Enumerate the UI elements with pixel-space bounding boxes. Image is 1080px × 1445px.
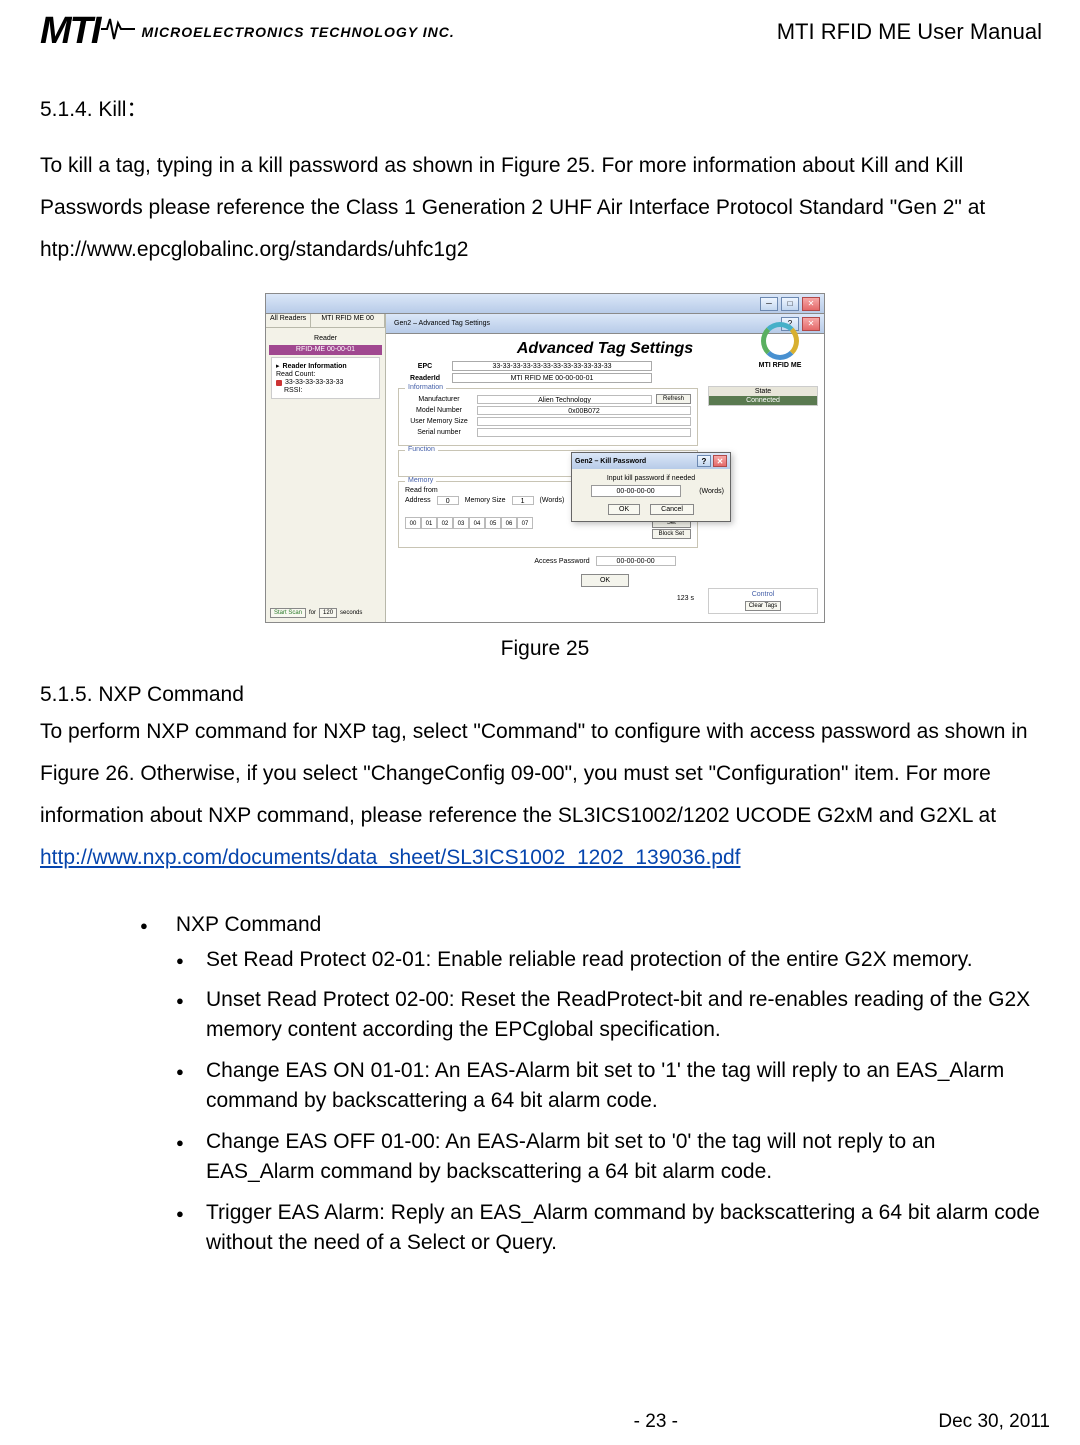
nxp-datasheet-link[interactable]: http://www.nxp.com/documents/data_sheet/… (40, 846, 741, 869)
pulse-icon (101, 15, 135, 43)
readfrom-label: Read from (405, 487, 438, 494)
scan-duration-input[interactable]: 120 (319, 608, 337, 618)
help-icon[interactable]: ? (697, 455, 711, 467)
list-item: Set Read Protect 02-01: Enable reliable … (206, 945, 1050, 975)
function-title: Function (405, 446, 438, 453)
list-item: Change EAS OFF 01-00: An EAS-Alarm bit s… (206, 1127, 1050, 1188)
read-count: Read Count: (276, 371, 375, 378)
rssi: RSSI: (276, 387, 375, 394)
reader-info-box: ▸ Reader Information Read Count: 33-33-3… (271, 357, 380, 399)
section-514-heading: 5.1.4. Kill： (40, 93, 1050, 123)
close-icon[interactable]: ✕ (713, 455, 727, 467)
minimize-icon[interactable]: ─ (760, 297, 778, 311)
model-value: 0x00B072 (477, 406, 691, 415)
brand-logo: MTI RFID ME (746, 322, 814, 369)
page-header: MTI MICROELECTRONICS TECHNOLOGY INC. MTI… (40, 10, 1050, 53)
figure-25: ─ □ ✕ All Readers MTI RFID ME 00 Reader … (40, 293, 1050, 661)
kill-password-dialog: Gen2 – Kill Password ? ✕ Input kill pass… (571, 452, 731, 522)
readerid-value: MTI RFID ME 00-00-00-01 (452, 373, 652, 383)
info-group: Information Manufacturer Alien Technolog… (398, 388, 698, 446)
model-label: Model Number (405, 407, 473, 414)
access-password-row: Access Password 00-00-00-00 (386, 556, 824, 566)
inner-title: Gen2 – Advanced Tag Settings (390, 320, 490, 327)
dialog-cancel-button[interactable]: Cancel (650, 504, 694, 515)
page-number: - 23 - (484, 1411, 827, 1433)
time-readout: 123 s (677, 595, 694, 602)
reader-label: Reader (269, 335, 382, 342)
section-515-body: To perform NXP command for NXP tag, sele… (40, 711, 1050, 879)
address-input[interactable]: 0 (437, 496, 459, 505)
outer-window-titlebar: ─ □ ✕ (266, 294, 824, 314)
reader-bar: RFID-ME 00-00-01 (269, 345, 382, 355)
usermem-label: User Memory Size (405, 418, 473, 425)
info-group-title: Information (405, 384, 446, 391)
mem-cell: 01 (421, 517, 437, 529)
list-item: Unset Read Protect 02-00: Reset the Read… (206, 985, 1050, 1046)
scan-controls: Start Scan for 120 seconds (270, 608, 381, 618)
screenshot-kill-dialog: ─ □ ✕ All Readers MTI RFID ME 00 Reader … (265, 293, 825, 623)
mem-cell: 06 (501, 517, 517, 529)
mem-cell: 00 (405, 517, 421, 529)
maximize-icon[interactable]: □ (781, 297, 799, 311)
company-name: MICROELECTRONICS TECHNOLOGY INC. (141, 24, 454, 40)
mem-cell: 02 (437, 517, 453, 529)
list-item: NXP Command Set Read Protect 02-01: Enab… (170, 909, 1050, 1258)
state-panel: State Connected (708, 386, 818, 406)
clear-tags-button[interactable]: Clear Tags (745, 601, 782, 611)
mem-cell: 04 (469, 517, 485, 529)
control-panel: Control Clear Tags (708, 588, 818, 614)
kill-pw-input[interactable]: 00-00-00-00 (591, 485, 681, 497)
serial-value (477, 428, 691, 437)
words-label: (Words) (540, 497, 565, 504)
memory-title: Memory (405, 477, 436, 484)
mem-cell: 07 (517, 517, 533, 529)
manufacturer-label: Manufacturer (405, 396, 473, 403)
section-514-body: To kill a tag, typing in a kill password… (40, 145, 1050, 271)
memsize-label: Memory Size (465, 497, 506, 504)
epc-item: 33-33-33-33-33-33 (276, 379, 375, 386)
epc-value: 33-33-33-33-33-33-33-33-33-33-33-33 (452, 361, 652, 371)
logo-text: MTI (40, 10, 135, 53)
dialog-ok-button[interactable]: OK (608, 504, 640, 515)
memsize-input[interactable]: 1 (512, 496, 534, 505)
state-header: State (709, 387, 817, 396)
dialog-titlebar: Gen2 – Kill Password ? ✕ (572, 453, 730, 469)
ok-button[interactable]: OK (581, 574, 629, 587)
dialog-hint: Input kill password if needed (578, 475, 724, 482)
page-footer: - 23 - Dec 30, 2011 (40, 1411, 1050, 1433)
reader-tabs: All Readers MTI RFID ME 00 (266, 314, 385, 328)
close-icon[interactable]: ✕ (802, 297, 820, 311)
epc-label: EPC (404, 363, 446, 370)
access-pw-label: Access Password (534, 558, 589, 565)
footer-date: Dec 30, 2011 (938, 1411, 1050, 1433)
manual-title: MTI RFID ME User Manual (777, 19, 1050, 45)
list-item: Trigger EAS Alarm: Reply an EAS_Alarm co… (206, 1198, 1050, 1259)
memory-cells: 00 01 02 03 04 05 06 07 (405, 517, 533, 529)
state-value: Connected (709, 396, 817, 405)
serial-label: Serial number (405, 429, 473, 436)
manufacturer-value: Alien Technology (477, 395, 652, 404)
figure-25-caption: Figure 25 (40, 637, 1050, 661)
refresh-button[interactable]: Refresh (656, 394, 691, 404)
section-515-heading: 5.1.5. NXP Command (40, 683, 1050, 707)
blockset-button[interactable]: Block Set (652, 529, 691, 539)
control-header: Control (711, 591, 815, 598)
reader-info-header: ▸ Reader Information (276, 362, 375, 370)
mem-cell: 05 (485, 517, 501, 529)
usermem-value (477, 417, 691, 426)
ring-icon (761, 322, 799, 360)
readerid-label: ReaderId (404, 375, 446, 382)
left-pane: All Readers MTI RFID ME 00 Reader RFID-M… (266, 314, 386, 622)
access-pw-input[interactable]: 00-00-00-00 (596, 556, 676, 566)
nxp-command-list: NXP Command Set Read Protect 02-01: Enab… (40, 909, 1050, 1258)
tab-all-readers[interactable]: All Readers (266, 314, 311, 327)
list-item: Change EAS ON 01-01: An EAS-Alarm bit se… (206, 1056, 1050, 1117)
logo-block: MTI MICROELECTRONICS TECHNOLOGY INC. (40, 10, 455, 53)
right-content: Gen2 – Advanced Tag Settings ? ✕ Advance… (386, 314, 824, 622)
address-label: Address (405, 497, 431, 504)
tab-rfid-me[interactable]: MTI RFID ME 00 (311, 314, 385, 327)
tag-dot-icon (276, 380, 282, 386)
mem-cell: 03 (453, 517, 469, 529)
start-scan-button[interactable]: Start Scan (270, 608, 306, 618)
